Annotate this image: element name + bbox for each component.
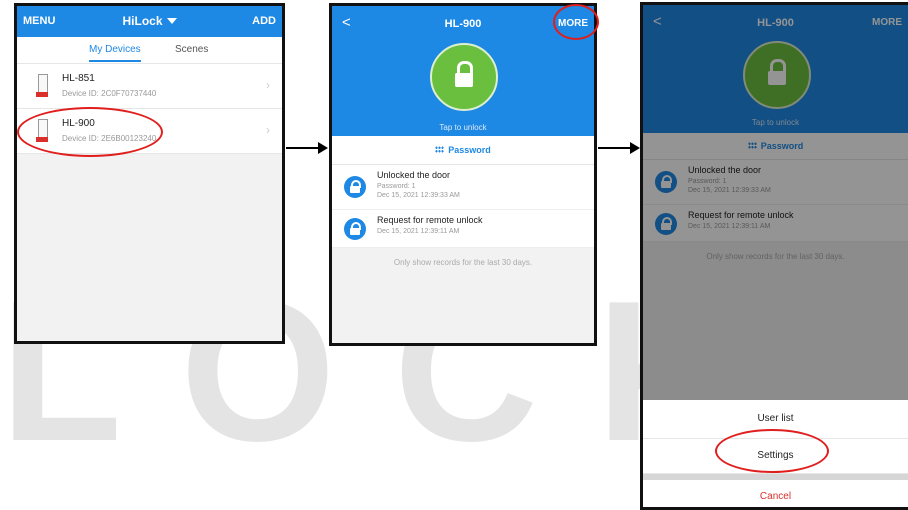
- device-name: HL-851: [62, 73, 95, 84]
- cancel-option[interactable]: Cancel: [643, 474, 908, 507]
- records-note: Only show records for the last 30 days.: [393, 258, 533, 267]
- unlock-button[interactable]: [430, 43, 498, 111]
- record-title: Unlocked the door: [377, 170, 451, 180]
- tab-bar: My Devices Scenes: [17, 37, 282, 64]
- unlock-record-icon: [344, 218, 366, 240]
- chevron-right-icon: ›: [266, 78, 270, 92]
- record-unlocked: Unlocked the door Password: 1 Dec 15, 20…: [332, 165, 594, 210]
- device-id: Device ID: 2C0F70737440: [62, 89, 157, 98]
- record-time: Dec 15, 2021 12:39:33 AM: [377, 192, 460, 199]
- unlock-mode-label: Password: [448, 145, 491, 155]
- padlock-icon: [455, 61, 473, 91]
- keypad-icon: [435, 146, 445, 153]
- add-button[interactable]: ADD: [252, 15, 276, 27]
- device-list-screen: MENU HiLock ADD My Devices Scenes HL-851…: [14, 3, 285, 344]
- device-row-hl-851[interactable]: HL-851 Device ID: 2C0F70737440 ›: [17, 64, 282, 109]
- app-title-dropdown[interactable]: HiLock: [17, 14, 282, 28]
- highlight-circle-more: [553, 4, 599, 40]
- highlight-circle-settings: [715, 429, 829, 473]
- tap-to-unlock-label: Tap to unlock: [439, 123, 487, 132]
- arrow-right-icon: [598, 142, 640, 154]
- caret-down-icon: [166, 18, 177, 24]
- record-time: Dec 15, 2021 12:39:11 AM: [377, 228, 460, 235]
- record-remote-request: Request for remote unlock Dec 15, 2021 1…: [332, 210, 594, 248]
- unlock-mode-tab[interactable]: Password: [332, 136, 594, 165]
- header: MENU HiLock ADD: [17, 6, 282, 37]
- lock-detail-screen: < HL-900 MORE Tap to unlock Password Unl…: [329, 3, 597, 346]
- tab-my-devices[interactable]: My Devices: [89, 44, 141, 62]
- arrow-right-icon: [286, 142, 328, 154]
- highlight-circle-device: [17, 107, 163, 157]
- app-title: HiLock: [122, 14, 163, 28]
- lock-device-icon: [36, 74, 48, 98]
- unlock-record-icon: [344, 176, 366, 198]
- record-title: Request for remote unlock: [377, 215, 483, 225]
- tab-scenes[interactable]: Scenes: [175, 44, 208, 55]
- record-detail: Password: 1: [377, 183, 416, 190]
- chevron-right-icon: ›: [266, 123, 270, 137]
